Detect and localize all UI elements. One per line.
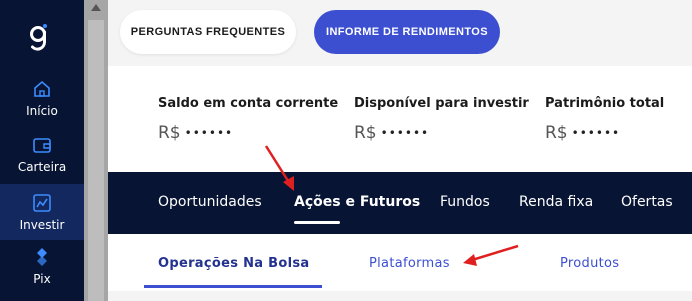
faq-button[interactable]: PERGUNTAS FREQUENTES <box>120 10 296 54</box>
sidebar-item-label: Investir <box>19 218 65 232</box>
subtab-operacoes-na-bolsa[interactable]: Operações Na Bolsa <box>158 256 309 271</box>
app-sidebar: Início Carteira Investir Pix <box>0 0 84 301</box>
balance-value: R$ •••••• <box>545 123 664 143</box>
balance-label: Patrimônio total <box>545 96 665 111</box>
masked-amount: •••••• <box>571 126 621 140</box>
balance-total: Patrimônio total R$ •••••• <box>545 96 664 143</box>
app-root: Início Carteira Investir Pix PERGUNTAS F… <box>0 0 692 301</box>
investment-tabs: Oportunidades Ações e Futuros Fundos Ren… <box>108 172 692 234</box>
sidebar-item-label: Pix <box>33 272 51 286</box>
masked-amount: •••••• <box>184 126 234 140</box>
masked-amount: •••••• <box>380 126 430 140</box>
subtab-produtos[interactable]: Produtos <box>560 256 619 271</box>
sidebar-item-carteira[interactable]: Carteira <box>0 134 84 180</box>
tab-renda-fixa[interactable]: Renda fixa <box>519 194 593 210</box>
sidebar-item-pix[interactable]: Pix <box>0 246 84 292</box>
currency-symbol: R$ <box>158 123 181 143</box>
currency-symbol: R$ <box>354 123 377 143</box>
balance-label: Disponível para investir <box>354 96 529 111</box>
subtab-plataformas[interactable]: Plataformas <box>369 256 450 271</box>
tab-fundos[interactable]: Fundos <box>440 194 490 210</box>
sidebar-item-investir[interactable]: Investir <box>0 184 84 240</box>
wallet-icon <box>33 138 51 153</box>
sidebar-item-label: Carteira <box>17 160 67 174</box>
balance-summary: Saldo em conta corrente R$ •••••• Dispon… <box>108 66 692 172</box>
tab-acoes-e-futuros[interactable]: Ações e Futuros <box>294 194 420 210</box>
balance-label: Saldo em conta corrente <box>158 96 339 111</box>
active-tab-indicator <box>294 221 340 224</box>
scroll-thumb[interactable] <box>88 20 104 301</box>
brand-logo[interactable] <box>24 22 54 52</box>
sidebar-scrollbar[interactable] <box>84 0 108 301</box>
sidebar-item-label: Início <box>26 104 58 118</box>
currency-symbol: R$ <box>545 123 568 143</box>
balance-value: R$ •••••• <box>354 123 529 143</box>
chart-icon <box>33 194 51 212</box>
scroll-up-icon[interactable] <box>91 4 101 11</box>
income-report-button[interactable]: INFORME DE RENDIMENTOS <box>314 10 500 54</box>
top-action-bar: PERGUNTAS FREQUENTES INFORME DE RENDIMEN… <box>108 0 692 66</box>
sidebar-item-inicio[interactable]: Início <box>0 78 84 124</box>
balance-checking: Saldo em conta corrente R$ •••••• <box>158 96 338 143</box>
tab-ofertas[interactable]: Ofertas <box>621 194 673 210</box>
main-content: PERGUNTAS FREQUENTES INFORME DE RENDIMEN… <box>108 0 692 301</box>
balance-value: R$ •••••• <box>158 123 338 143</box>
sub-tabs: Operações Na Bolsa Plataformas Produtos <box>108 234 692 301</box>
balance-available: Disponível para investir R$ •••••• <box>354 96 529 143</box>
tab-oportunidades[interactable]: Oportunidades <box>158 194 262 210</box>
active-subtab-indicator <box>144 285 322 288</box>
section-divider <box>108 291 692 301</box>
pix-icon <box>37 248 47 266</box>
home-icon <box>34 80 50 97</box>
